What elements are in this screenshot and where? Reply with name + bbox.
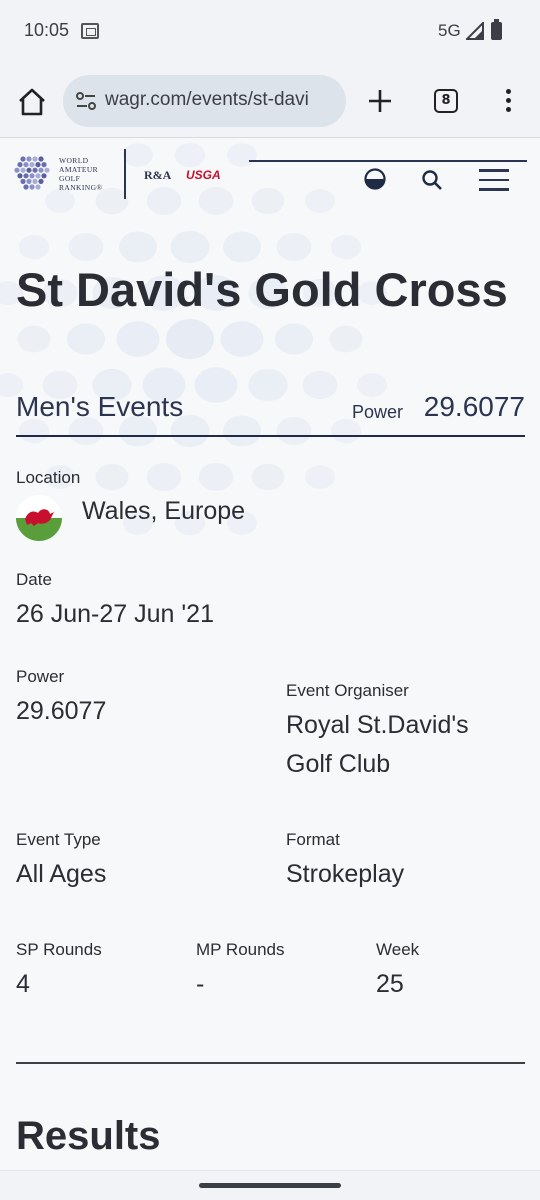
more-icon[interactable] xyxy=(500,87,516,115)
week-value: 25 xyxy=(376,970,404,998)
power-label: Power xyxy=(351,402,403,422)
tabs-icon[interactable]: 8 xyxy=(434,89,458,113)
battery-icon xyxy=(491,19,502,40)
sp-rounds-value: 4 xyxy=(16,970,30,998)
date-value: 26 Jun-27 Jun '21 xyxy=(16,600,214,628)
results-heading: Results xyxy=(16,1114,161,1158)
notification-icon xyxy=(81,23,99,39)
mp-rounds-value: - xyxy=(196,970,205,998)
section-divider xyxy=(16,1062,525,1064)
logo-divider xyxy=(124,149,126,199)
event-category[interactable]: Men's Events xyxy=(16,391,183,423)
gesture-handle[interactable] xyxy=(199,1183,341,1188)
network-type: 5G xyxy=(438,21,461,40)
hamburger-icon[interactable] xyxy=(479,169,509,191)
home-icon[interactable] xyxy=(16,86,48,118)
wagr-logo-icon[interactable] xyxy=(12,153,52,193)
browser-toolbar: wagr.com/events/st-davi 8 xyxy=(0,64,540,138)
url-text[interactable]: wagr.com/events/st-davi xyxy=(105,89,309,111)
event-category-row: Men's Events Power 29.6077 xyxy=(16,389,525,437)
usga-logo[interactable]: USGA xyxy=(186,168,221,182)
gesture-nav-bar xyxy=(0,1170,540,1200)
wagr-logo-text[interactable]: WORLD AMATEUR GOLF RANKING® xyxy=(59,156,102,192)
theme-toggle-icon[interactable] xyxy=(364,168,386,190)
ra-logo[interactable]: R&A xyxy=(144,168,171,183)
power-detail-value: 29.6077 xyxy=(16,697,107,725)
week-label: Week xyxy=(376,940,420,959)
plus-icon[interactable] xyxy=(366,87,394,115)
status-bar: 10:05 5G xyxy=(0,0,540,64)
location-label: Location xyxy=(16,468,81,487)
organiser-value: Royal St.David's Golf Club xyxy=(286,711,469,778)
event-type-label: Event Type xyxy=(16,830,101,849)
event-type-value: All Ages xyxy=(16,860,107,888)
event-title: St David's Gold Cross xyxy=(16,263,508,316)
organiser-label: Event Organiser xyxy=(286,681,409,700)
power-value: 29.6077 xyxy=(423,391,525,422)
date-label: Date xyxy=(16,570,52,589)
format-value: Strokeplay xyxy=(286,860,405,888)
wales-flag-icon xyxy=(16,495,62,541)
power-detail-label: Power xyxy=(16,667,65,686)
sp-rounds-label: SP Rounds xyxy=(16,940,102,959)
header-rule xyxy=(249,160,527,162)
site-settings-icon[interactable] xyxy=(75,91,97,111)
web-page: WORLD AMATEUR GOLF RANKING® R&A USGA St … xyxy=(0,139,540,1170)
format-label: Format xyxy=(286,830,340,849)
address-bar[interactable]: wagr.com/events/st-davi xyxy=(63,75,346,127)
signal-icon xyxy=(466,22,484,40)
mp-rounds-label: MP Rounds xyxy=(196,940,285,959)
site-header: WORLD AMATEUR GOLF RANKING® R&A USGA xyxy=(0,139,540,219)
location-value: Wales, Europe xyxy=(82,497,246,525)
search-icon[interactable] xyxy=(421,169,443,191)
status-time: 10:05 xyxy=(24,20,70,40)
